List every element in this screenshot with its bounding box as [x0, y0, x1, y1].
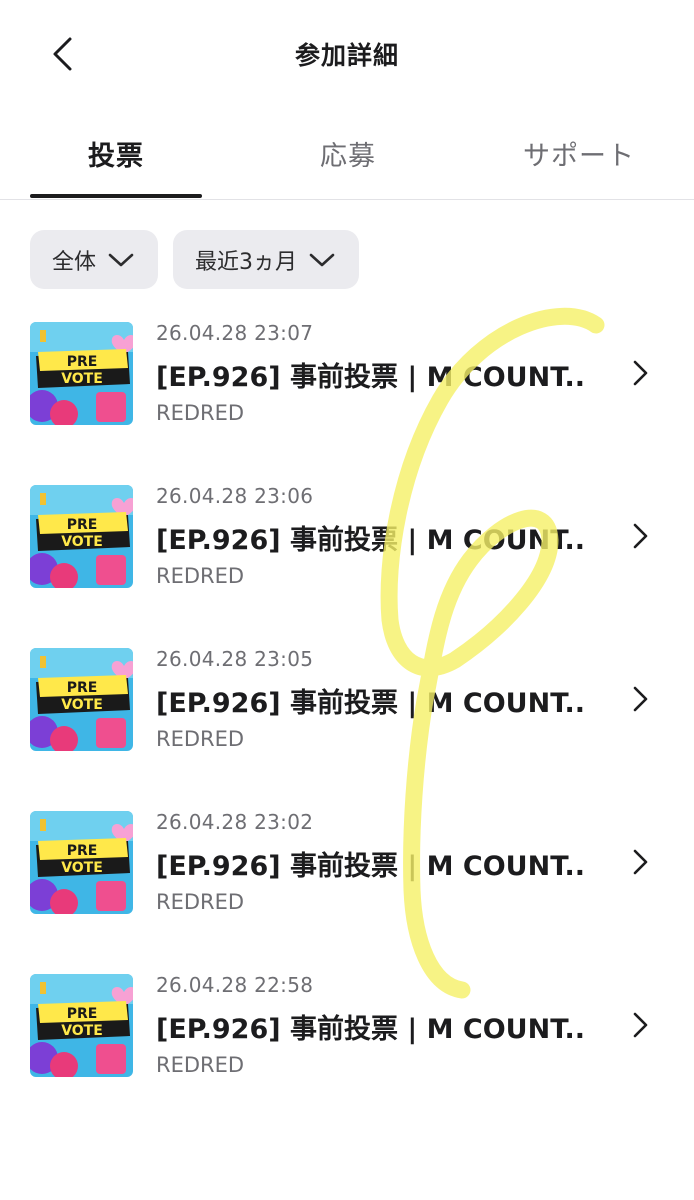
- svg-text:VOTE: VOTE: [61, 1023, 103, 1039]
- item-title: [EP.926] 事前投票 | M COUNT...: [156, 1014, 586, 1045]
- prevote-thumbnail: PRE VOTE: [30, 322, 133, 425]
- svg-text:VOTE: VOTE: [61, 534, 103, 550]
- filter-category-dropdown[interactable]: 全体: [30, 230, 159, 289]
- item-artist: REDRED: [156, 890, 245, 914]
- item-date: 26.04.28 23:02: [156, 810, 314, 834]
- prevote-thumbnail: PRE VOTE: [30, 811, 133, 914]
- filter-bar: 全体 最近3ヵ月: [30, 230, 360, 289]
- item-date: 26.04.28 22:58: [156, 973, 314, 997]
- chevron-right-icon: [633, 523, 648, 549]
- chevron-right-icon: [633, 1012, 648, 1038]
- chevron-right-icon: [633, 360, 648, 386]
- svg-text:PRE: PRE: [67, 680, 98, 696]
- item-artist: REDRED: [156, 401, 245, 425]
- chevron-right-icon: [633, 686, 648, 712]
- prevote-thumbnail: PRE VOTE: [30, 648, 133, 751]
- active-tab-indicator: [30, 194, 202, 198]
- svg-text:PRE: PRE: [67, 843, 98, 859]
- svg-text:VOTE: VOTE: [61, 371, 103, 387]
- item-date: 26.04.28 23:06: [156, 484, 314, 508]
- item-title: [EP.926] 事前投票 | M COUNT...: [156, 688, 586, 719]
- prevote-thumbnail: PRE VOTE: [30, 974, 133, 1077]
- svg-text:VOTE: VOTE: [61, 860, 103, 876]
- tab-apply[interactable]: 応募: [262, 134, 434, 200]
- svg-text:PRE: PRE: [67, 354, 98, 370]
- item-date: 26.04.28 23:05: [156, 647, 314, 671]
- item-artist: REDRED: [156, 1053, 245, 1077]
- svg-text:PRE: PRE: [67, 1006, 98, 1022]
- header: 参加詳細: [0, 0, 694, 108]
- filter-period-label: 最近3ヵ月: [195, 249, 298, 275]
- item-title: [EP.926] 事前投票 | M COUNT...: [156, 851, 586, 882]
- item-artist: REDRED: [156, 564, 245, 588]
- tab-vote[interactable]: 投票: [30, 134, 202, 200]
- participation-list: PRE VOTE 26.04.28 23:07 [EP.926] 事前投票 | …: [0, 305, 694, 1120]
- list-item[interactable]: PRE VOTE 26.04.28 23:02 [EP.926] 事前投票 | …: [0, 794, 694, 957]
- chevron-down-icon: [309, 253, 335, 266]
- tab-support[interactable]: サポート: [494, 134, 664, 200]
- list-item[interactable]: PRE VOTE 26.04.28 23:07 [EP.926] 事前投票 | …: [0, 305, 694, 468]
- list-item[interactable]: PRE VOTE 26.04.28 23:06 [EP.926] 事前投票 | …: [0, 468, 694, 631]
- svg-text:PRE: PRE: [67, 517, 98, 533]
- list-item[interactable]: PRE VOTE 26.04.28 22:58 [EP.926] 事前投票 | …: [0, 957, 694, 1120]
- chevron-right-icon: [633, 849, 648, 875]
- item-title: [EP.926] 事前投票 | M COUNT...: [156, 525, 586, 556]
- filter-category-label: 全体: [52, 249, 97, 275]
- item-date: 26.04.28 23:07: [156, 321, 314, 345]
- chevron-down-icon: [108, 253, 134, 266]
- item-title: [EP.926] 事前投票 | M COUNT...: [156, 362, 586, 393]
- prevote-thumbnail: PRE VOTE: [30, 485, 133, 588]
- item-artist: REDRED: [156, 727, 245, 751]
- tab-bar: 投票 応募 サポート: [0, 108, 694, 200]
- list-item[interactable]: PRE VOTE 26.04.28 23:05 [EP.926] 事前投票 | …: [0, 631, 694, 794]
- svg-text:VOTE: VOTE: [61, 697, 103, 713]
- page-title: 参加詳細: [294, 41, 399, 70]
- filter-period-dropdown[interactable]: 最近3ヵ月: [173, 230, 360, 289]
